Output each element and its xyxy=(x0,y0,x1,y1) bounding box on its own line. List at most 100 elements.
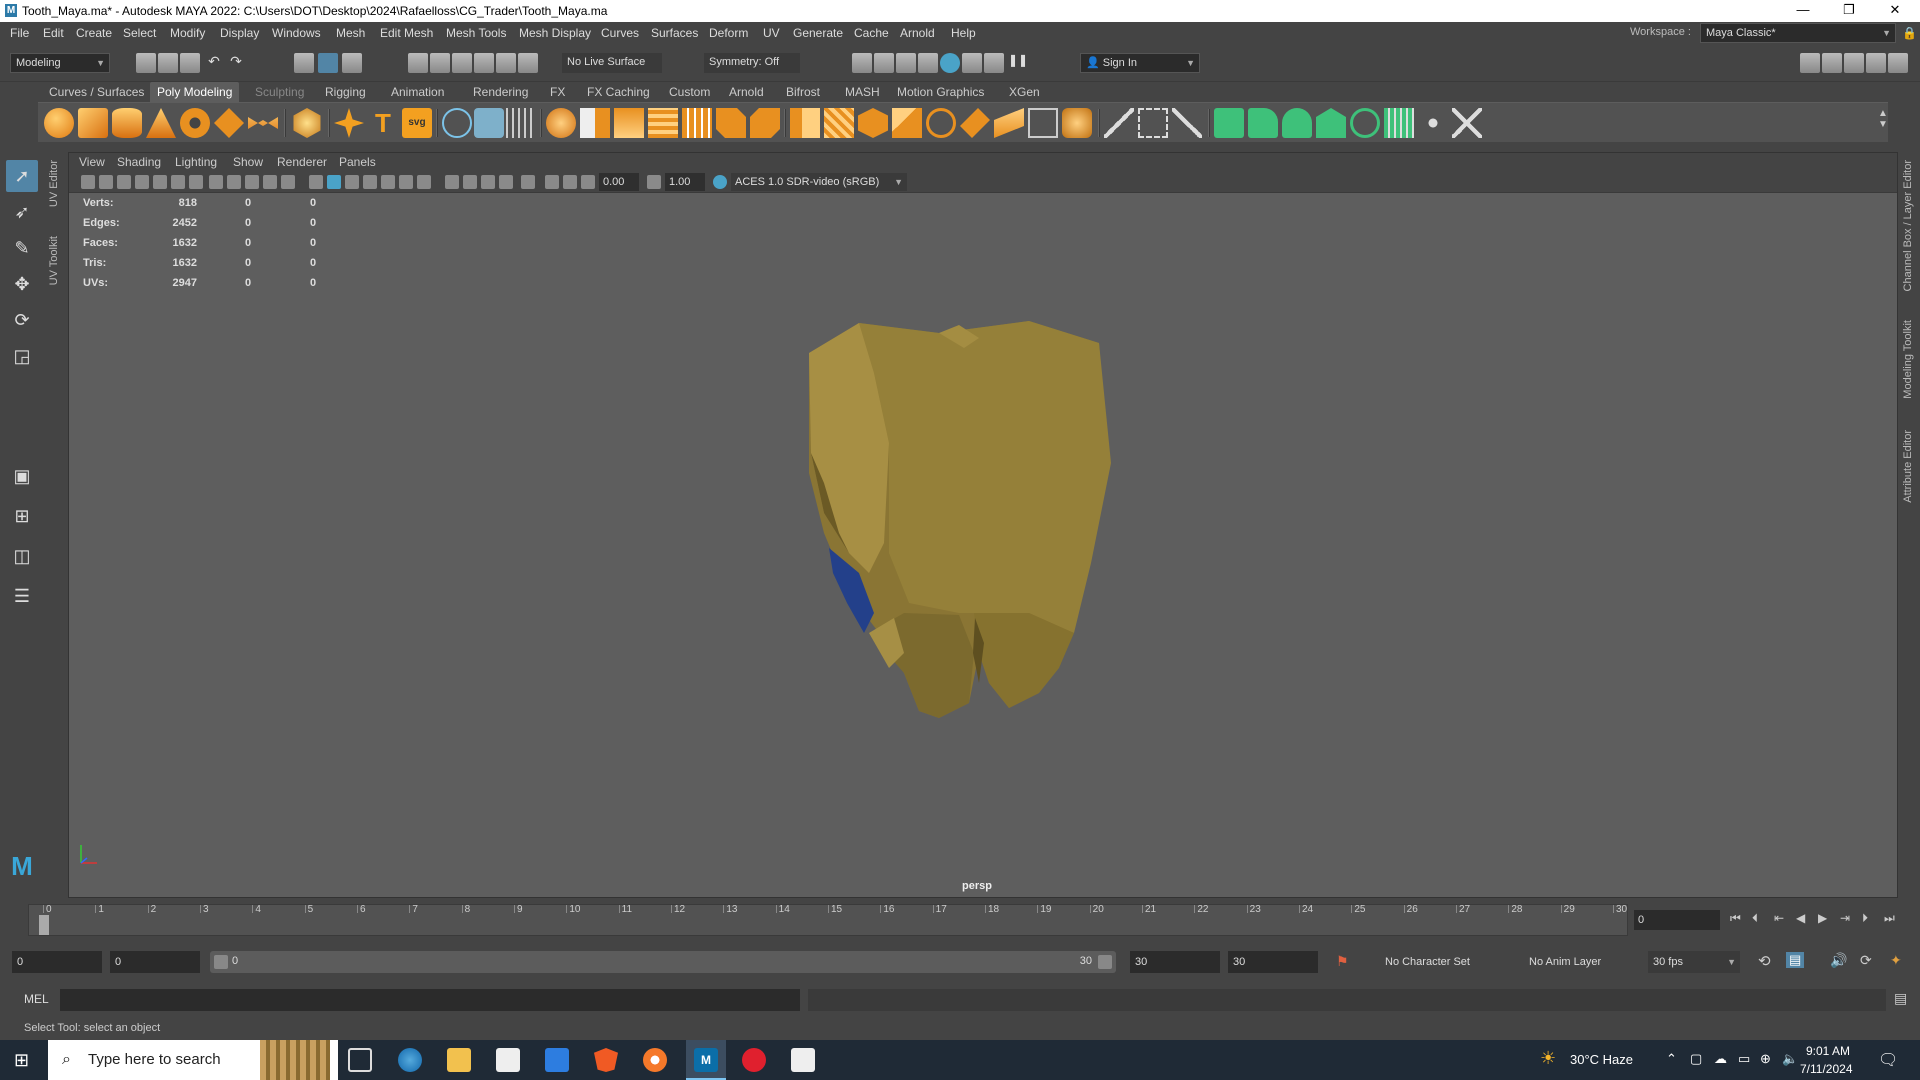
menu-modify[interactable]: Modify xyxy=(170,26,205,40)
cloud-icon[interactable]: ☁ xyxy=(1714,1051,1727,1067)
cache-playback-icon[interactable]: ▤ xyxy=(1786,952,1805,968)
notifications-icon[interactable]: 🗨 xyxy=(1878,1050,1898,1070)
isolate-select-icon[interactable] xyxy=(521,175,535,189)
uv-automatic-icon[interactable] xyxy=(1316,108,1346,138)
uv-cylindrical-icon[interactable] xyxy=(1248,108,1278,138)
film-gate-icon[interactable] xyxy=(209,175,223,189)
super-shape-icon[interactable] xyxy=(334,108,364,138)
modeling-toolkit-toggle-icon[interactable] xyxy=(1800,53,1820,73)
script-editor-icon[interactable]: ▤ xyxy=(1894,990,1907,1007)
shelf-tab-fx-caching[interactable]: FX Caching xyxy=(580,82,657,102)
sculpt-icon[interactable] xyxy=(442,108,472,138)
new-scene-icon[interactable] xyxy=(136,53,156,73)
menu-edit-mesh[interactable]: Edit Mesh xyxy=(380,26,433,40)
windows-start-icon[interactable]: ⊞ xyxy=(14,1050,29,1071)
snap-together-icon[interactable] xyxy=(518,53,538,73)
render-settings-icon[interactable] xyxy=(918,53,938,73)
scene-end-field[interactable]: 30 xyxy=(1228,951,1318,973)
step-forward-key-icon[interactable]: ⇥ xyxy=(1840,911,1850,925)
lasso-tool-icon[interactable]: ➶ xyxy=(6,196,38,228)
poke-icon[interactable] xyxy=(994,108,1024,138)
single-perspective-layout-icon[interactable]: ▣ xyxy=(6,460,38,492)
auto-key-icon[interactable]: ⚑ xyxy=(1336,953,1349,970)
xray-joints-icon[interactable] xyxy=(545,175,559,189)
modeling-toolkit-tab[interactable]: Modeling Toolkit xyxy=(1902,320,1914,399)
go-to-start-icon[interactable]: ⏮ xyxy=(1730,911,1741,926)
step-back-key-icon[interactable]: ⇤ xyxy=(1774,911,1784,925)
current-frame-field[interactable]: 0 xyxy=(1634,910,1720,930)
paint-select-tool-icon[interactable]: ✎ xyxy=(6,232,38,264)
sound-icon[interactable]: 🔊 xyxy=(1830,952,1847,969)
shelf-tab-arnold[interactable]: Arnold xyxy=(722,82,771,102)
menu-uv[interactable]: UV xyxy=(763,26,780,40)
field-chart-icon[interactable] xyxy=(263,175,277,189)
playback-start-field[interactable]: 0 xyxy=(110,951,200,973)
menu-mesh-tools[interactable]: Mesh Tools xyxy=(446,26,506,40)
attribute-editor-toggle-icon[interactable] xyxy=(1822,53,1842,73)
shelf-tab-poly-modeling[interactable]: Poly Modeling xyxy=(150,82,240,102)
render-view-icon[interactable] xyxy=(852,53,872,73)
grid-toggle-icon[interactable] xyxy=(189,175,203,189)
xray-icon[interactable] xyxy=(363,175,377,189)
hypershade-icon[interactable] xyxy=(940,53,960,73)
gate-mask-icon[interactable] xyxy=(245,175,259,189)
shadows-icon[interactable] xyxy=(417,175,431,189)
svg-icon[interactable]: svg xyxy=(402,108,432,138)
menu-mesh[interactable]: Mesh xyxy=(336,26,365,40)
multi-cut-icon[interactable] xyxy=(1104,108,1134,138)
time-slider-track[interactable]: 0 1 2 3 4 5 6 7 8 9 10 11 12 13 14 15 16 17 18 19 20 21 22 23 24… xyxy=(28,904,1628,936)
menu-cache[interactable]: Cache xyxy=(854,26,889,40)
shelf-tab-xgen[interactable]: XGen xyxy=(1002,82,1047,102)
redo-icon[interactable]: ↷ xyxy=(226,53,246,73)
clock-date[interactable]: 7/11/2024 xyxy=(1800,1062,1853,1076)
snap-curve-icon[interactable] xyxy=(430,53,450,73)
fps-select[interactable]: 30 fps ▼ xyxy=(1648,951,1740,973)
close-button[interactable]: ✕ xyxy=(1872,0,1918,22)
mel-label[interactable]: MEL xyxy=(24,992,49,1006)
step-forward-icon[interactable]: ⏵ xyxy=(1862,911,1868,926)
scale-tool-icon[interactable]: ◲ xyxy=(6,340,38,372)
mirror-icon[interactable] xyxy=(682,108,712,138)
lock-icon[interactable]: 🔒 xyxy=(1902,26,1917,40)
brave-browser-icon[interactable] xyxy=(594,1048,618,1072)
menu-display[interactable]: Display xyxy=(220,26,259,40)
triangulate-icon[interactable] xyxy=(1028,108,1058,138)
device-icon[interactable]: ▢ xyxy=(1690,1051,1702,1067)
select-component-icon[interactable] xyxy=(342,53,362,73)
gamma-icon[interactable] xyxy=(647,175,661,189)
anti-aliasing-icon[interactable] xyxy=(481,175,495,189)
two-d-pan-zoom-icon[interactable] xyxy=(153,175,167,189)
channel-box-toggle-icon[interactable] xyxy=(1866,53,1886,73)
uv-planar-icon[interactable] xyxy=(1214,108,1244,138)
go-to-end-icon[interactable]: ⏭ xyxy=(1884,911,1895,926)
smooth-icon[interactable] xyxy=(614,108,644,138)
resolution-gate-icon[interactable] xyxy=(227,175,241,189)
render-frame-icon[interactable] xyxy=(874,53,894,73)
exposure-icon[interactable] xyxy=(581,175,595,189)
camera-attributes-icon[interactable] xyxy=(99,175,113,189)
uv-cut-icon[interactable] xyxy=(1418,108,1448,138)
poly-cylinder-icon[interactable] xyxy=(112,108,142,138)
menu-curves[interactable]: Curves xyxy=(601,26,639,40)
smooth-shade-icon[interactable] xyxy=(327,175,341,189)
snap-point-icon[interactable] xyxy=(452,53,472,73)
boolean-union-icon[interactable] xyxy=(716,108,746,138)
wireframe-on-shaded-icon[interactable] xyxy=(345,175,359,189)
fill-hole-icon[interactable] xyxy=(892,108,922,138)
anim-preferences-icon[interactable]: ✦ xyxy=(1890,952,1902,969)
save-scene-icon[interactable] xyxy=(180,53,200,73)
poly-plane-icon[interactable] xyxy=(214,108,244,138)
shelf-tab-curves-surfaces[interactable]: Curves / Surfaces xyxy=(42,82,151,102)
panel-menu-renderer[interactable]: Renderer xyxy=(277,155,327,169)
menu-create[interactable]: Create xyxy=(76,26,112,40)
camera-select-icon[interactable] xyxy=(81,175,95,189)
shelf-tab-sculpting[interactable]: Sculpting xyxy=(248,82,311,102)
xray-active-icon[interactable] xyxy=(563,175,577,189)
type-text-icon[interactable]: T xyxy=(368,108,398,138)
extract-icon[interactable] xyxy=(648,108,678,138)
safe-action-icon[interactable] xyxy=(281,175,295,189)
menu-deform[interactable]: Deform xyxy=(709,26,748,40)
zbrush-icon[interactable] xyxy=(791,1048,815,1072)
panel-menu-lighting[interactable]: Lighting xyxy=(175,155,217,169)
snap-live-icon[interactable] xyxy=(496,53,516,73)
